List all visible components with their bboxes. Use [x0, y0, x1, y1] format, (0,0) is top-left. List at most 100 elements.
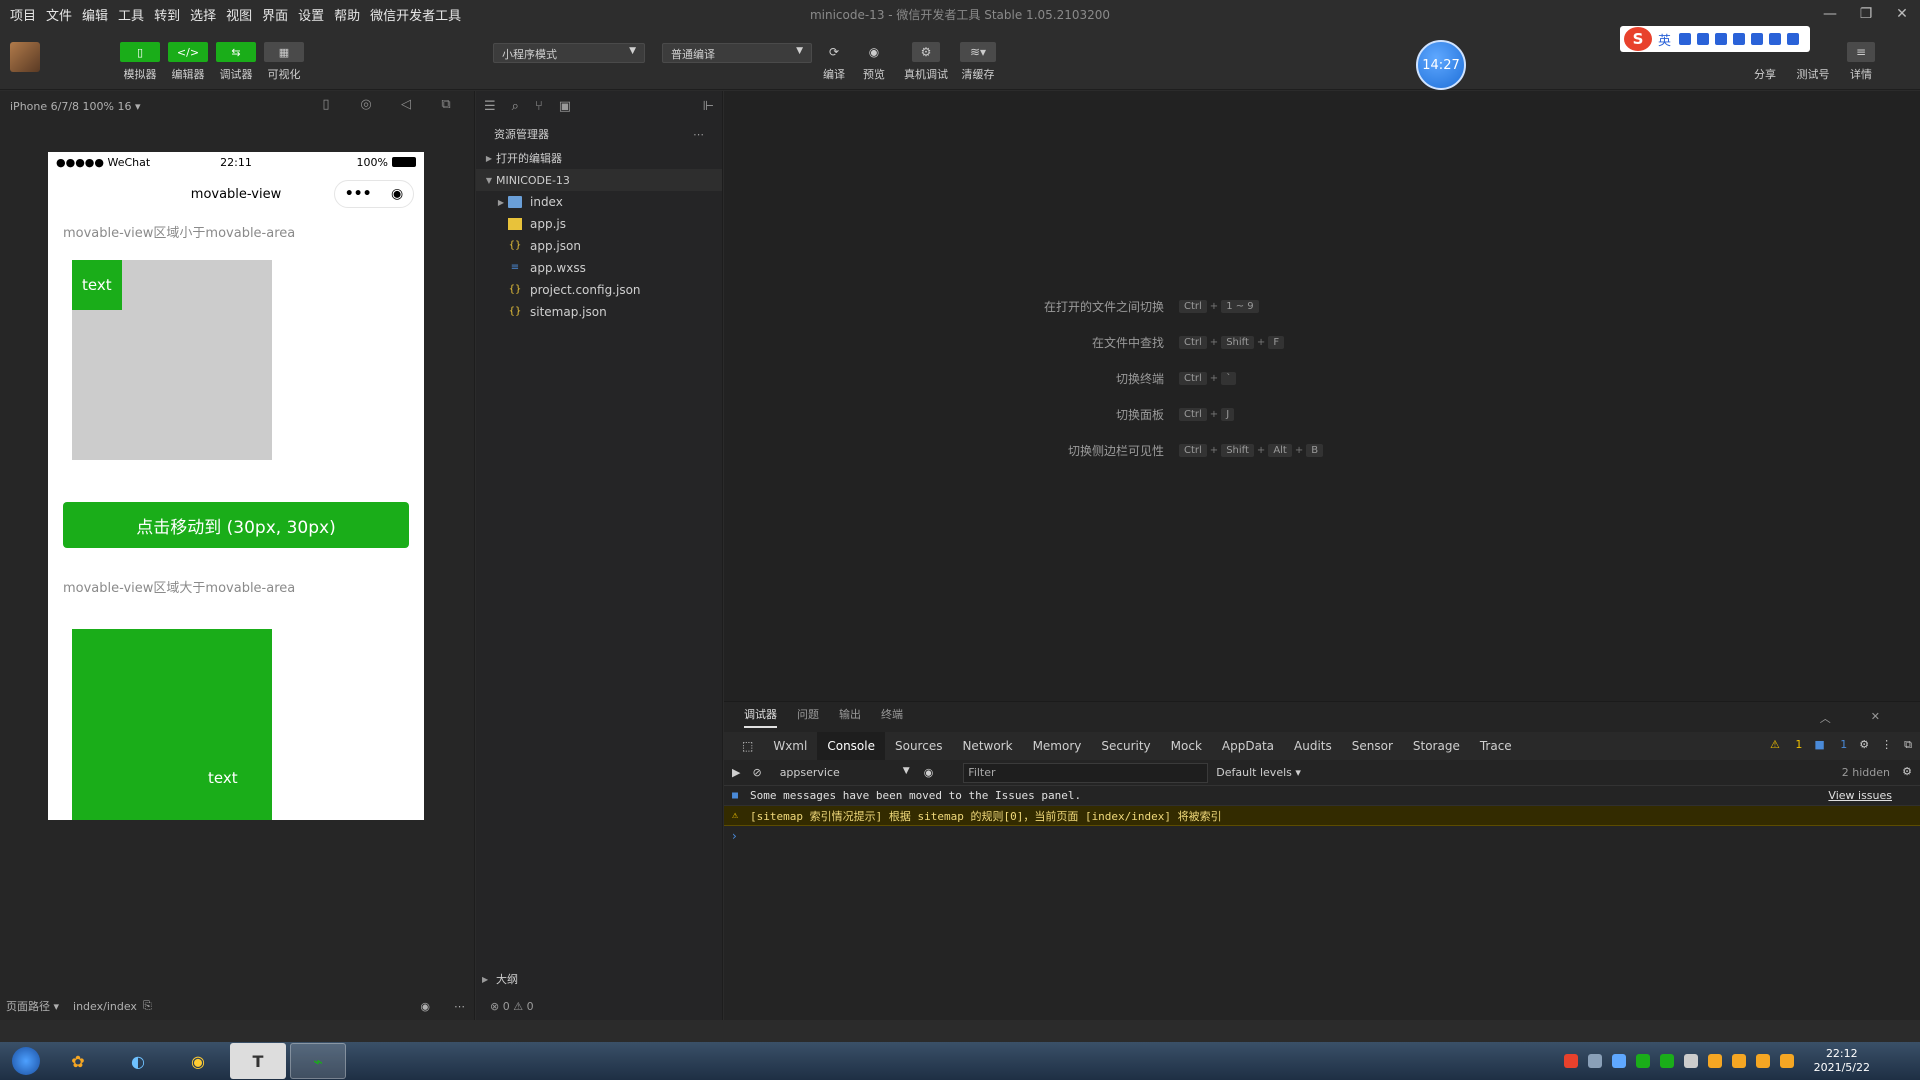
settings-icon[interactable]: ⚙	[1859, 738, 1869, 752]
remote-debug-button[interactable]: ⚙ 真机调试	[896, 42, 956, 82]
filter-input[interactable]: Filter	[963, 762, 1209, 783]
menu-item-10[interactable]: 微信开发者工具	[370, 5, 461, 24]
file-tree-item[interactable]: ≡ app.wxss	[476, 257, 722, 279]
collapse-panel-icon[interactable]: ⊩	[703, 99, 714, 114]
qq-tray-icon-4[interactable]	[1779, 1054, 1794, 1068]
debugger-button[interactable]: ⇆ 调试器	[215, 42, 257, 82]
devtools-top-tab[interactable]: 输出	[839, 706, 861, 728]
devtools-tab-network[interactable]: Network	[952, 732, 1022, 760]
menu-item-1[interactable]: 文件	[46, 5, 72, 24]
page-path-label[interactable]: 页面路径 ▾	[6, 998, 59, 1014]
eye-icon[interactable]: ◉	[924, 766, 934, 779]
outline-section[interactable]: ▶ 大纲	[476, 968, 723, 990]
eye-icon[interactable]: ◉	[420, 1000, 430, 1013]
devtools-tab-sensor[interactable]: Sensor	[1342, 732, 1403, 760]
menu-capsule[interactable]: ••• ◉	[334, 180, 414, 208]
devtools-tab-wxml[interactable]: Wxml	[763, 732, 817, 760]
file-tree-item[interactable]: {} sitemap.json	[476, 301, 722, 323]
keyboard-icon[interactable]	[1733, 33, 1746, 45]
context-select[interactable]: appservice ▼	[780, 766, 910, 779]
microphone-icon[interactable]	[1715, 33, 1728, 45]
movable-view-small[interactable]: text	[72, 260, 122, 310]
restore-icon[interactable]: ❐	[1848, 0, 1884, 28]
view-issues-link[interactable]: View issues	[1828, 789, 1892, 802]
phone-icon[interactable]: ▯	[306, 97, 346, 112]
info-count[interactable]: ■ 1	[1814, 738, 1847, 752]
detach-window-icon[interactable]: ⧉	[426, 97, 466, 112]
menu-item-2[interactable]: 编辑	[82, 5, 108, 24]
more-icon[interactable]: ⋯	[693, 128, 704, 141]
taskbar-app-paint[interactable]: ✿	[50, 1043, 106, 1079]
console-prompt[interactable]: ›	[724, 826, 1920, 846]
punctuation-icon[interactable]	[1679, 33, 1692, 45]
close-icon[interactable]: ✕	[1884, 0, 1920, 28]
dock-icon[interactable]: ⧉	[1904, 738, 1912, 752]
more-icon[interactable]: ⋯	[454, 1000, 465, 1013]
search-icon[interactable]: ⌕	[512, 99, 519, 114]
start-button[interactable]	[6, 1043, 46, 1079]
menu-item-0[interactable]: 项目	[10, 5, 36, 24]
open-editors-section[interactable]: ▶ 打开的编辑器	[476, 147, 722, 169]
settings-icon[interactable]: ⚙	[1902, 765, 1912, 778]
devtools-tab-memory[interactable]: Memory	[1023, 732, 1092, 760]
menu-item-8[interactable]: 设置	[298, 5, 324, 24]
devtools-tab-security[interactable]: Security	[1091, 732, 1160, 760]
file-tree-item[interactable]: app.js	[476, 213, 722, 235]
simulator-button[interactable]: ▯ 模拟器	[119, 42, 161, 82]
taskbar-app-browser[interactable]: ◐	[110, 1043, 166, 1079]
editor-button[interactable]: </> 编辑器	[167, 42, 209, 82]
record-icon[interactable]: ◎	[346, 97, 386, 112]
devtools-tab-storage[interactable]: Storage	[1403, 732, 1470, 760]
chevron-up-icon[interactable]: ︿	[1820, 710, 1831, 726]
devtools-top-tab[interactable]: 调试器	[744, 706, 777, 728]
branch-icon[interactable]: ⑂	[535, 99, 543, 114]
kebab-menu-icon[interactable]: ⋮	[1881, 738, 1892, 752]
sidebar-toggle-icon[interactable]: ▶	[732, 766, 740, 779]
wechat-devtools-tray-icon[interactable]	[1659, 1054, 1674, 1068]
problems-status[interactable]: ⊗ 0 ⚠ 0	[476, 992, 723, 1020]
move-to-button[interactable]: 点击移动到 (30px, 30px)	[63, 502, 409, 548]
security-tray-icon[interactable]	[1683, 1054, 1698, 1068]
wechat-tray-icon[interactable]	[1635, 1054, 1650, 1068]
clear-cache-button[interactable]: ≋▾ 清缓存	[958, 42, 998, 82]
minimize-icon[interactable]: —	[1812, 0, 1848, 28]
menu-item-6[interactable]: 视图	[226, 5, 252, 24]
menu-item-3[interactable]: 工具	[118, 5, 144, 24]
qq-tray-icon[interactable]	[1707, 1054, 1722, 1068]
devtools-top-tab[interactable]: 问题	[797, 706, 819, 728]
taskbar-app-wechat-devtools[interactable]: ⌁	[290, 1043, 346, 1079]
list-icon[interactable]: ☰	[484, 99, 496, 114]
taskbar-app-typora[interactable]: T	[230, 1043, 286, 1079]
taskbar-clock[interactable]: 22:12 2021/5/22	[1814, 1047, 1870, 1075]
volume-icon[interactable]: ◁	[386, 97, 426, 112]
user-icon[interactable]	[1751, 33, 1764, 45]
qq-tray-icon-2[interactable]	[1731, 1054, 1746, 1068]
clear-console-icon[interactable]: ⊘	[752, 766, 761, 779]
close-target-icon[interactable]: ◉	[391, 186, 403, 202]
menu-item-5[interactable]: 选择	[190, 5, 216, 24]
movable-view-large[interactable]: text	[72, 629, 272, 820]
avatar[interactable]	[10, 42, 40, 72]
compile-button[interactable]: ⟳ 编译	[814, 42, 854, 82]
grid-icon[interactable]	[1787, 33, 1800, 45]
mode-select[interactable]: 小程序模式 ▼	[493, 43, 645, 63]
extensions-icon[interactable]: ▣	[559, 99, 571, 114]
devtools-tab-console[interactable]: Console	[817, 732, 885, 760]
close-icon[interactable]: ✕	[1871, 710, 1880, 726]
devtools-tab-appdata[interactable]: AppData	[1212, 732, 1284, 760]
device-select[interactable]: iPhone 6/7/8 100% 16 ▾	[10, 100, 141, 113]
devtools-tab-mock[interactable]: Mock	[1161, 732, 1212, 760]
log-levels-select[interactable]: Default levels ▾	[1216, 766, 1301, 779]
compile-mode-select[interactable]: 普通编译 ▼	[662, 43, 812, 63]
file-tree-item[interactable]: {} project.config.json	[476, 279, 722, 301]
skin-icon[interactable]	[1769, 33, 1782, 45]
file-tree-item[interactable]: ▶ index	[476, 191, 722, 213]
more-icon[interactable]: •••	[345, 186, 372, 202]
qq-tray-icon-3[interactable]	[1755, 1054, 1770, 1068]
network-icon[interactable]	[1611, 1054, 1626, 1068]
devtools-tab-trace[interactable]: Trace	[1470, 732, 1522, 760]
inspect-element-icon[interactable]: ⬚	[732, 732, 763, 760]
emoji-icon[interactable]	[1697, 33, 1710, 45]
project-section[interactable]: ▼ MINICODE-13	[476, 169, 722, 191]
devtools-top-tab[interactable]: 终端	[881, 706, 903, 728]
